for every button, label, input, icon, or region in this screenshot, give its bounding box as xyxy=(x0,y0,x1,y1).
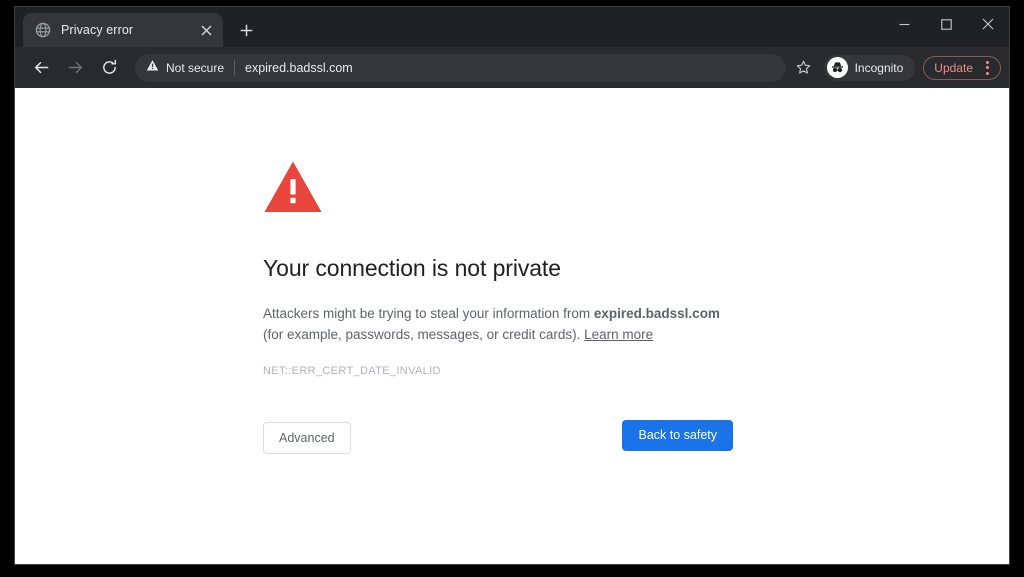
page-title: Your connection is not private xyxy=(263,255,561,281)
advanced-button[interactable]: Advanced xyxy=(263,421,351,454)
security-status-chip[interactable]: Not secure xyxy=(146,59,224,77)
ssl-interstitial: Your connection is not private Attackers… xyxy=(263,160,733,456)
back-button[interactable] xyxy=(27,54,55,82)
update-button-label: Update xyxy=(934,60,973,75)
page-viewport: Your connection is not private Attackers… xyxy=(15,88,1009,564)
update-button[interactable]: Update xyxy=(923,55,1001,80)
three-dots-vertical-icon[interactable] xyxy=(978,58,996,78)
window-minimize-button[interactable] xyxy=(883,7,925,41)
security-status-text: Not secure xyxy=(166,60,225,75)
incognito-spy-icon xyxy=(826,57,848,78)
browser-toolbar: Not secure expired.badssl.com Incognito xyxy=(15,47,1009,88)
globe-icon xyxy=(35,22,51,38)
star-icon[interactable] xyxy=(790,54,818,82)
error-description: Attackers might be trying to steal your … xyxy=(263,304,733,346)
learn-more-link[interactable]: Learn more xyxy=(584,327,653,342)
reload-button[interactable] xyxy=(95,54,123,82)
omnibox-url-text: expired.badssl.com xyxy=(245,60,353,75)
tab-title: Privacy error xyxy=(61,23,134,37)
window-close-button[interactable] xyxy=(967,7,1009,41)
warning-triangle-icon xyxy=(146,59,159,77)
interstitial-button-row: Advanced Back to safety xyxy=(263,419,733,456)
browser-window: Privacy error Not secure expired.badssl.… xyxy=(14,6,1010,565)
window-maximize-button[interactable] xyxy=(925,7,967,41)
tab-close-icon[interactable] xyxy=(197,21,215,39)
browser-tab-privacy-error[interactable]: Privacy error xyxy=(23,13,223,47)
error-code-text: NET::ERR_CERT_DATE_INVALID xyxy=(263,364,441,377)
incognito-profile-chip[interactable]: Incognito xyxy=(823,54,916,81)
window-controls xyxy=(883,7,1009,41)
omnibox-divider xyxy=(234,60,236,75)
incognito-profile-label: Incognito xyxy=(854,60,904,75)
error-description-prefix: Attackers might be trying to steal your … xyxy=(263,305,594,321)
forward-button[interactable] xyxy=(61,54,89,82)
address-bar[interactable]: Not secure expired.badssl.com xyxy=(135,53,786,82)
back-to-safety-button[interactable]: Back to safety xyxy=(622,419,733,451)
new-tab-button[interactable] xyxy=(232,16,260,44)
tab-strip: Privacy error xyxy=(15,7,1009,47)
red-warning-triangle-icon xyxy=(263,160,733,219)
error-description-domain: expired.badssl.com xyxy=(593,305,720,321)
error-description-suffix: (for example, passwords, messages, or cr… xyxy=(263,326,585,342)
